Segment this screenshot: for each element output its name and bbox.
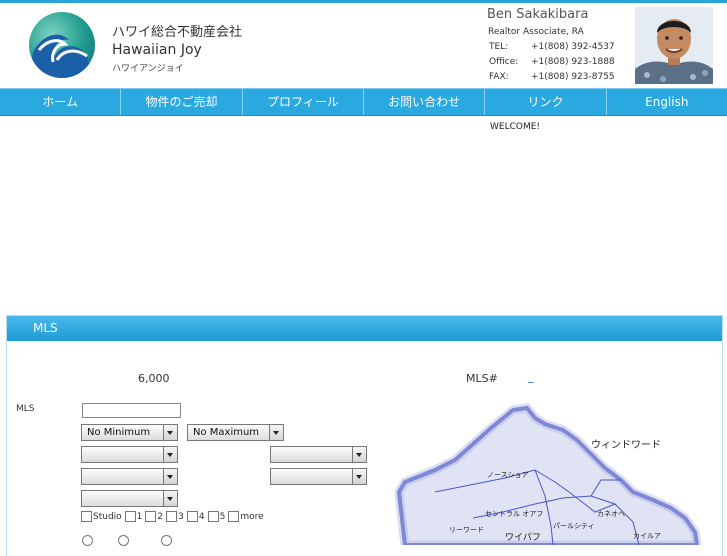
district-select[interactable] [270,446,367,463]
checkbox-5[interactable] [207,511,219,522]
region-label-kailua: カイルア [633,532,661,540]
min-price-value: No Minimum [87,427,151,438]
checkbox-label: 1 [136,511,143,522]
contact-fax: FAX: +1(808) 923-8755 [489,72,615,82]
dropdown-arrow-icon [352,469,366,484]
dropdown-arrow-icon [163,469,177,484]
nav-profile[interactable]: プロフィール [243,89,364,115]
region-label-pearl-city: パールシティ [553,522,595,530]
dropdown-arrow-icon [269,425,283,440]
mls-search-label: MLS [16,404,35,414]
region-label-kaneohe: カネオヘ [597,510,625,518]
checkbox-3[interactable] [166,511,178,522]
oahu-region-map[interactable]: ウィンドワード ノースショア セントラル オアフ カネオヘ パールシティ カイル… [395,400,715,545]
checkbox-more[interactable] [228,511,240,522]
checkbox-label: 5 [219,511,226,522]
region-label-leeward: リーワード [449,526,484,534]
property-type-select[interactable] [81,468,178,485]
checkbox-4[interactable] [186,511,198,522]
top-accent-line [0,0,727,3]
bedroom-checkboxes: Studio 1 2 3 4 5 more [81,511,267,522]
hawaiian-joy-logo-icon[interactable] [29,12,95,78]
contact-tel: TEL: +1(808) 392-4537 [489,42,615,52]
company-name-jp: ハワイ総合不動産会社 [112,25,243,40]
radio-option-1[interactable] [82,535,93,546]
mls-number-label: MLS# [466,372,498,385]
company-name-kana: ハワイアンジョイ [112,64,184,74]
mls-search-input[interactable] [82,403,181,418]
nav-selling[interactable]: 物件のご売却 [121,89,243,115]
region-label-windward: ウィンドワード [591,439,661,451]
agent-name: Ben Sakakibara [487,7,589,22]
region-label-central-oahu: セントラル オアフ [485,510,543,518]
nav-contact[interactable]: お問い合わせ [364,89,486,115]
nav-links[interactable]: リンク [485,89,607,115]
checkbox-label: Studio [93,511,122,522]
contact-label: TEL: [489,42,509,52]
nav-english[interactable]: English [607,89,727,115]
nav-home[interactable]: ホーム [0,89,122,115]
dropdown-arrow-icon [163,447,177,462]
min-price-select[interactable]: No Minimum [81,424,178,441]
listing-count: 6,000 [138,372,170,385]
mls-panel-title: MLS [7,316,722,341]
contact-label: FAX: [489,72,509,82]
bedroom-select[interactable] [81,490,178,507]
mls-number-link[interactable]: _ [528,370,534,383]
region-label-north-shore: ノースショア [487,471,529,479]
checkbox-label: 4 [198,511,205,522]
checkbox-label: 3 [178,511,184,522]
region-label-waipahu: ワイパフ [505,532,541,543]
dropdown-arrow-icon [163,491,177,506]
contact-value: +1(808) 923-8755 [531,72,615,82]
dropdown-arrow-icon [163,425,177,440]
checkbox-1[interactable] [124,511,136,522]
max-price-select[interactable]: No Maximum [187,424,284,441]
main-nav: ホーム 物件のご売却 プロフィール お問い合わせ リンク English [0,88,727,116]
radio-option-3[interactable] [161,535,172,546]
contact-value: +1(808) 392-4537 [531,42,615,52]
dropdown-arrow-icon [352,447,366,462]
contact-label: Office: [489,57,519,67]
contact-value: +1(808) 923-1888 [531,57,615,67]
area-select[interactable] [81,446,178,463]
company-name-en: Hawaiian Joy [112,42,202,58]
checkbox-studio[interactable] [81,511,92,522]
checkbox-2[interactable] [145,511,157,522]
checkbox-label: more [240,511,264,522]
sort-select[interactable] [270,468,367,485]
agent-photo [635,7,713,84]
welcome-text: WELCOME! [490,122,541,132]
radio-option-2[interactable] [118,535,129,546]
agent-title: Realtor Associate, RA [488,27,584,37]
checkbox-label: 2 [157,511,164,522]
max-price-value: No Maximum [193,427,260,438]
contact-office: Office: +1(808) 923-1888 [489,57,615,67]
